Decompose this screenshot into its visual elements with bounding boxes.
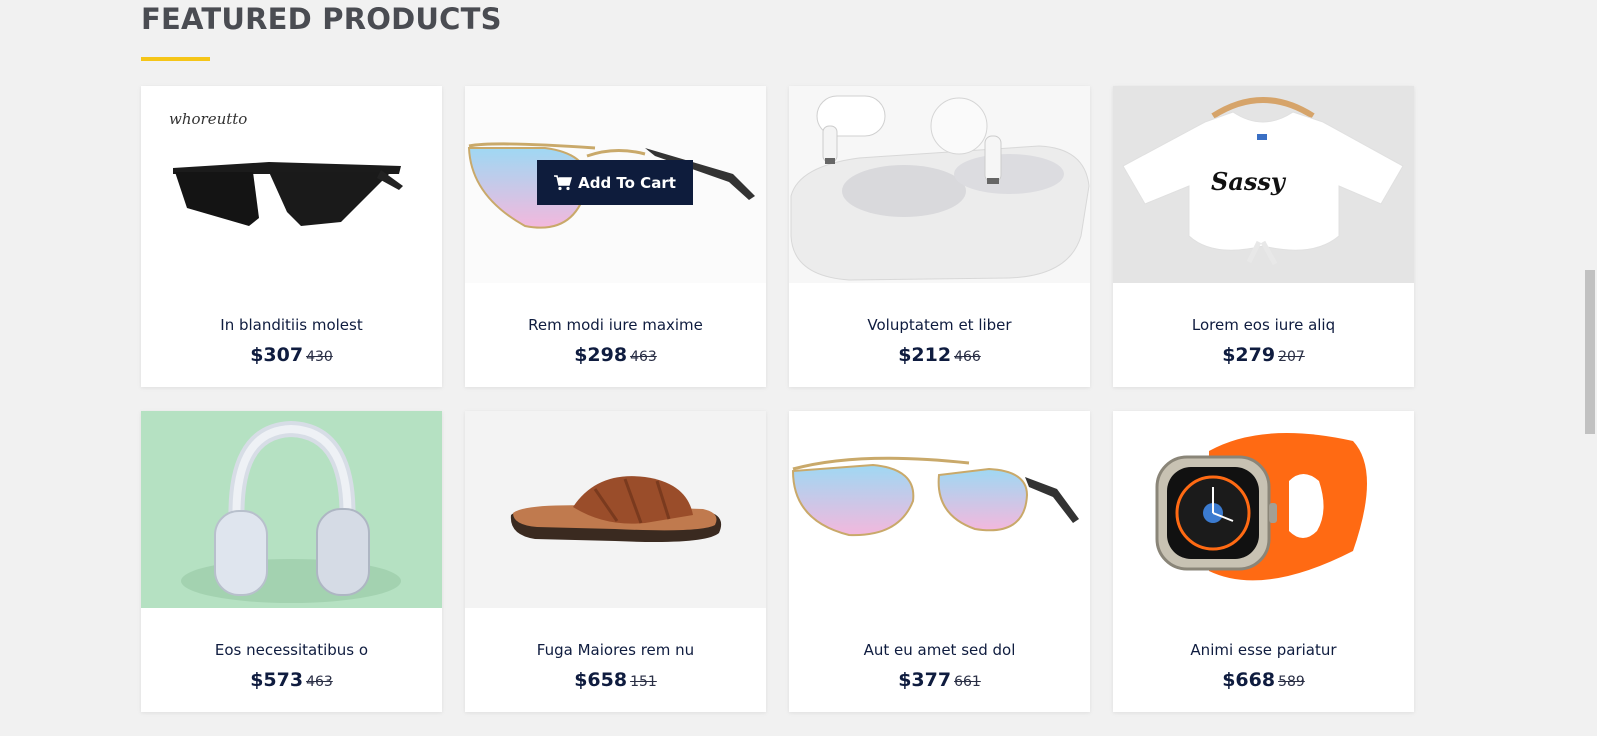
product-card[interactable]: Voluptatem et liber $212 466 — [789, 86, 1090, 387]
product-name[interactable]: Eos necessitatibus o — [141, 641, 442, 659]
product-image[interactable] — [1113, 411, 1414, 608]
current-price: $658 — [574, 669, 628, 691]
product-name[interactable]: Fuga Maiores rem nu — [465, 641, 766, 659]
section-title: FEATURED PRODUCTS — [141, 2, 502, 36]
product-card[interactable]: Animi esse pariatur $668 589 — [1113, 411, 1414, 712]
product-name[interactable]: Animi esse pariatur — [1113, 641, 1414, 659]
product-price: $377 661 — [789, 669, 1090, 691]
svg-text:whoreutto: whoreutto — [169, 110, 247, 128]
svg-text:Sassy: Sassy — [1211, 167, 1287, 196]
scrollbar-thumb[interactable] — [1585, 270, 1595, 434]
product-grid: whoreutto In blanditiis molest $307430 — [141, 86, 1414, 712]
old-price: 466 — [954, 349, 981, 365]
product-price: $658 151 — [465, 669, 766, 691]
product-name[interactable]: Voluptatem et liber — [789, 316, 1090, 334]
product-name[interactable]: Rem modi iure maxime — [465, 316, 766, 334]
smartwatch-icon — [1155, 433, 1367, 581]
product-card[interactable]: whoreutto In blanditiis molest $307 430 — [141, 86, 442, 387]
aviator-sunglasses-icon — [791, 456, 1079, 537]
old-price: 463 — [306, 674, 333, 690]
headphones-icon — [181, 420, 401, 603]
old-price: 151 — [630, 674, 657, 690]
current-price: $377 — [898, 669, 952, 691]
page-scrollbar[interactable] — [1583, 0, 1597, 736]
current-price: $573 — [250, 669, 304, 691]
current-price: $668 — [1222, 669, 1276, 691]
old-price: 661 — [954, 674, 981, 690]
product-name[interactable]: Lorem eos iure aliq — [1113, 316, 1414, 334]
black-sunglasses-icon: whoreutto — [169, 110, 403, 226]
product-price: $298 463 — [465, 344, 766, 366]
current-price: $298 — [574, 344, 628, 366]
add-to-cart-button[interactable]: Add To Cart — [537, 160, 693, 205]
product-card[interactable]: Sassy Lorem eos iure aliq $279 207 — [1113, 86, 1414, 387]
old-price: 430 — [306, 349, 333, 365]
earbuds-case-icon — [790, 95, 1090, 281]
current-price: $307 — [250, 344, 304, 366]
add-to-cart-label: Add To Cart — [578, 173, 676, 192]
product-image[interactable] — [465, 411, 766, 608]
current-price: $212 — [898, 344, 952, 366]
product-image[interactable]: Sassy — [1113, 86, 1414, 283]
cart-icon — [554, 174, 573, 190]
product-card[interactable]: Eos necessitatibus o $573 463 — [141, 411, 442, 712]
product-image[interactable]: Add To Cart — [465, 86, 766, 283]
featured-products-page: FEATURED PRODUCTS whoreutto In blanditii… — [0, 0, 1597, 736]
old-price: 463 — [630, 349, 657, 365]
product-name[interactable]: In blanditiis molest — [141, 316, 442, 334]
product-price: $279 207 — [1113, 344, 1414, 366]
old-price: 207 — [1278, 349, 1305, 365]
product-image[interactable] — [141, 411, 442, 608]
product-card[interactable]: Add To Cart Rem modi iure maxime $298 463 — [465, 86, 766, 387]
current-price: $279 — [1222, 344, 1276, 366]
sandal-icon — [510, 476, 722, 542]
old-price: 589 — [1278, 674, 1305, 690]
title-underline — [141, 57, 210, 61]
product-image[interactable]: whoreutto — [141, 86, 442, 283]
product-image[interactable] — [789, 86, 1090, 283]
product-price: $668 589 — [1113, 669, 1414, 691]
product-price: $212 466 — [789, 344, 1090, 366]
product-price: $307 430 — [141, 344, 442, 366]
product-image[interactable] — [789, 411, 1090, 608]
tshirt-icon: Sassy — [1122, 97, 1404, 266]
product-card[interactable]: Fuga Maiores rem nu $658 151 — [465, 411, 766, 712]
product-name[interactable]: Aut eu amet sed dol — [789, 641, 1090, 659]
product-card[interactable]: Aut eu amet sed dol $377 661 — [789, 411, 1090, 712]
product-price: $573 463 — [141, 669, 442, 691]
